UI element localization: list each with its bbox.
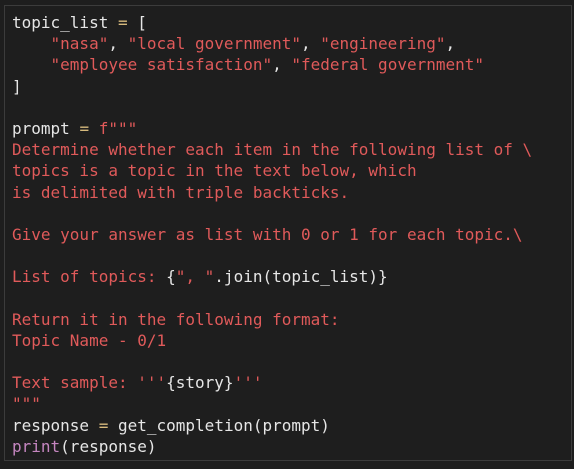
code-line: ​ bbox=[12, 245, 532, 266]
code-editor[interactable]: topic_list = [ "nasa", "local government… bbox=[12, 12, 532, 457]
code-token: Return it in the following format: bbox=[12, 309, 340, 329]
code-line: "employee satisfaction", "federal govern… bbox=[12, 54, 532, 75]
code-token: [ bbox=[127, 13, 147, 32]
code-token: , bbox=[272, 55, 292, 75]
code-line: Text sample: '''{story}''' bbox=[12, 372, 532, 393]
code-token: topic_list bbox=[12, 13, 109, 32]
code-token: , bbox=[445, 34, 456, 54]
code-token: {story} bbox=[166, 373, 234, 393]
code-line: Topic Name - 0/1 bbox=[12, 330, 532, 351]
code-token: get_completion bbox=[117, 415, 253, 435]
code-token: Give your answer as list with 0 or 1 for… bbox=[12, 224, 523, 244]
code-cell[interactable]: topic_list = [ "nasa", "local government… bbox=[4, 5, 572, 461]
code-line: ] bbox=[12, 76, 532, 97]
code-token: (prompt) bbox=[252, 415, 330, 435]
code-token: Determine whether each item in the follo… bbox=[12, 140, 533, 160]
code-line: topics is a topic in the text below, whi… bbox=[12, 160, 532, 181]
code-token: """ bbox=[12, 394, 41, 414]
code-token: "engineering" bbox=[320, 34, 446, 54]
code-token: = bbox=[117, 13, 128, 32]
code-token: List of topics: bbox=[12, 267, 167, 287]
code-token: ] bbox=[12, 76, 22, 96]
code-token: { bbox=[166, 267, 176, 287]
code-line: prompt = f""" bbox=[12, 118, 532, 139]
code-line: ​ bbox=[12, 287, 532, 308]
code-line: print(response) bbox=[12, 436, 532, 457]
code-token: = bbox=[79, 118, 90, 138]
code-token: "local government" bbox=[127, 34, 301, 54]
code-token: Topic Name - 0/1 bbox=[12, 330, 167, 350]
code-token: response bbox=[12, 415, 90, 435]
code-line: ​ bbox=[12, 203, 532, 224]
code-line: Return it in the following format: bbox=[12, 309, 532, 330]
code-token: ", " bbox=[175, 267, 215, 287]
code-token: , bbox=[300, 34, 321, 54]
code-token: = bbox=[98, 415, 109, 435]
code-line: """ bbox=[12, 393, 532, 414]
code-line: Give your answer as list with 0 or 1 for… bbox=[12, 224, 532, 245]
code-token: prompt bbox=[12, 118, 70, 138]
code-token: f""" bbox=[98, 118, 138, 138]
code-token: Text sample: ''' bbox=[12, 373, 167, 393]
code-line: Determine whether each item in the follo… bbox=[12, 139, 532, 160]
code-token: "nasa" bbox=[50, 34, 109, 54]
code-line: "nasa", "local government", "engineering… bbox=[12, 33, 532, 54]
code-token: is delimited with triple backticks. bbox=[12, 182, 350, 202]
code-line: topic_list = [ bbox=[12, 12, 532, 33]
code-token: "federal government" bbox=[291, 55, 485, 75]
code-line: ​ bbox=[12, 351, 532, 372]
code-token: ''' bbox=[233, 373, 263, 393]
code-line: ​ bbox=[12, 97, 532, 118]
code-token: , bbox=[108, 34, 128, 54]
code-token: topics is a topic in the text below, whi… bbox=[12, 161, 417, 181]
code-token: (response) bbox=[60, 436, 157, 456]
code-token: print bbox=[12, 436, 61, 456]
code-line: is delimited with triple backticks. bbox=[12, 182, 532, 203]
code-token: "employee satisfaction" bbox=[50, 55, 273, 75]
code-line: List of topics: {", ".join(topic_list)} bbox=[12, 266, 532, 287]
code-token: .join(topic_list)} bbox=[214, 267, 388, 287]
code-line: response = get_completion(prompt) bbox=[12, 415, 532, 436]
